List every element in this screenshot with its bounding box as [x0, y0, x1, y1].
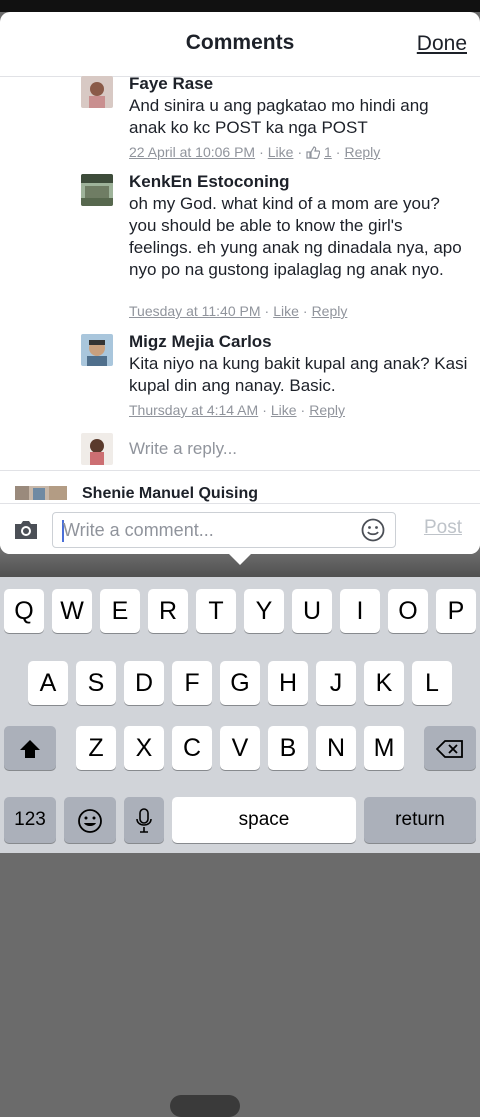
key-u[interactable]: U: [292, 589, 332, 633]
comment-author[interactable]: Shenie Manuel Quising: [82, 485, 258, 503]
avatar[interactable]: [81, 334, 113, 366]
like-count[interactable]: 1: [324, 144, 332, 160]
reply-link[interactable]: Reply: [309, 402, 345, 418]
comment-meta: Tuesday at 11:40 PM · Like · Reply: [129, 303, 348, 319]
comment-time[interactable]: Thursday at 4:14 AM: [129, 402, 258, 418]
key-h[interactable]: H: [268, 661, 308, 705]
space-key[interactable]: space: [172, 797, 356, 843]
avatar[interactable]: [81, 76, 113, 108]
key-m[interactable]: M: [364, 726, 404, 770]
emoji-icon: [77, 806, 103, 834]
comment-text: Kita niyo na kung bakit kupal ang anak? …: [129, 354, 468, 395]
reply-row: Write a reply...: [0, 433, 480, 473]
numbers-key[interactable]: 123: [4, 797, 56, 843]
camera-icon[interactable]: [13, 519, 39, 541]
comment-composer: Write a comment... Post: [0, 503, 480, 554]
key-c[interactable]: C: [172, 726, 212, 770]
like-link[interactable]: Like: [268, 144, 294, 160]
comments-header: Comments Done: [0, 12, 480, 77]
backspace-key[interactable]: [424, 726, 476, 770]
key-z[interactable]: Z: [76, 726, 116, 770]
comment-time[interactable]: Tuesday at 11:40 PM: [129, 303, 261, 319]
photo-detail: [170, 1095, 240, 1117]
comment-author[interactable]: Faye Rase: [129, 74, 213, 94]
backspace-icon: [435, 734, 464, 762]
key-r[interactable]: R: [148, 589, 188, 633]
sheet-pointer: [229, 554, 251, 565]
keyboard: QWERTYUIOP ASDFGHJKL ZXCVBNM 123 space r…: [0, 577, 480, 853]
key-g[interactable]: G: [220, 661, 260, 705]
key-w[interactable]: W: [52, 589, 92, 633]
dictation-key[interactable]: [124, 797, 164, 843]
key-v[interactable]: V: [220, 726, 260, 770]
key-x[interactable]: X: [124, 726, 164, 770]
key-q[interactable]: Q: [4, 589, 44, 633]
smiley-icon[interactable]: [361, 518, 385, 542]
comment-time[interactable]: 22 April at 10:06 PM: [129, 144, 255, 160]
done-button[interactable]: Done: [417, 32, 467, 56]
reply-link[interactable]: Reply: [312, 303, 348, 319]
key-i[interactable]: I: [340, 589, 380, 633]
key-d[interactable]: D: [124, 661, 164, 705]
shift-icon: [19, 734, 41, 762]
avatar[interactable]: [81, 174, 113, 206]
avatar: [81, 433, 113, 465]
reply-input[interactable]: Write a reply...: [129, 439, 237, 459]
status-bar: [0, 0, 480, 12]
key-k[interactable]: K: [364, 661, 404, 705]
key-s[interactable]: S: [76, 661, 116, 705]
reply-link[interactable]: Reply: [344, 144, 380, 160]
page-title: Comments: [185, 31, 295, 54]
key-e[interactable]: E: [100, 589, 140, 633]
key-o[interactable]: O: [388, 589, 428, 633]
comment-author[interactable]: KenkEn Estoconing: [129, 172, 290, 192]
avatar[interactable]: [15, 486, 67, 500]
key-l[interactable]: L: [412, 661, 452, 705]
key-n[interactable]: N: [316, 726, 356, 770]
key-j[interactable]: J: [316, 661, 356, 705]
comment-author[interactable]: Migz Mejia Carlos: [129, 332, 272, 352]
key-b[interactable]: B: [268, 726, 308, 770]
comment-input[interactable]: Write a comment...: [52, 512, 396, 548]
comment-text: And sinira u ang pagkatao mo hindi ang a…: [129, 96, 429, 137]
microphone-icon: [136, 806, 152, 834]
return-key[interactable]: return: [364, 797, 476, 843]
key-y[interactable]: Y: [244, 589, 284, 633]
like-link[interactable]: Like: [271, 402, 297, 418]
key-f[interactable]: F: [172, 661, 212, 705]
key-a[interactable]: A: [28, 661, 68, 705]
post-button[interactable]: Post: [424, 517, 462, 539]
shift-key[interactable]: [4, 726, 56, 770]
thumbs-up-icon: [306, 144, 321, 160]
key-p[interactable]: P: [436, 589, 476, 633]
key-t[interactable]: T: [196, 589, 236, 633]
emoji-key[interactable]: [64, 797, 116, 843]
comments-sheet: Comments Done Faye Rase And sinira u ang…: [0, 12, 480, 554]
comment-meta: 22 April at 10:06 PM · Like · 1 · Reply: [129, 144, 381, 160]
like-link[interactable]: Like: [273, 303, 299, 319]
comment-placeholder: Write a comment...: [63, 520, 214, 540]
comment-meta: Thursday at 4:14 AM · Like · Reply: [129, 402, 346, 418]
comment-text: oh my God. what kind of a mom are you? y…: [129, 194, 462, 279]
